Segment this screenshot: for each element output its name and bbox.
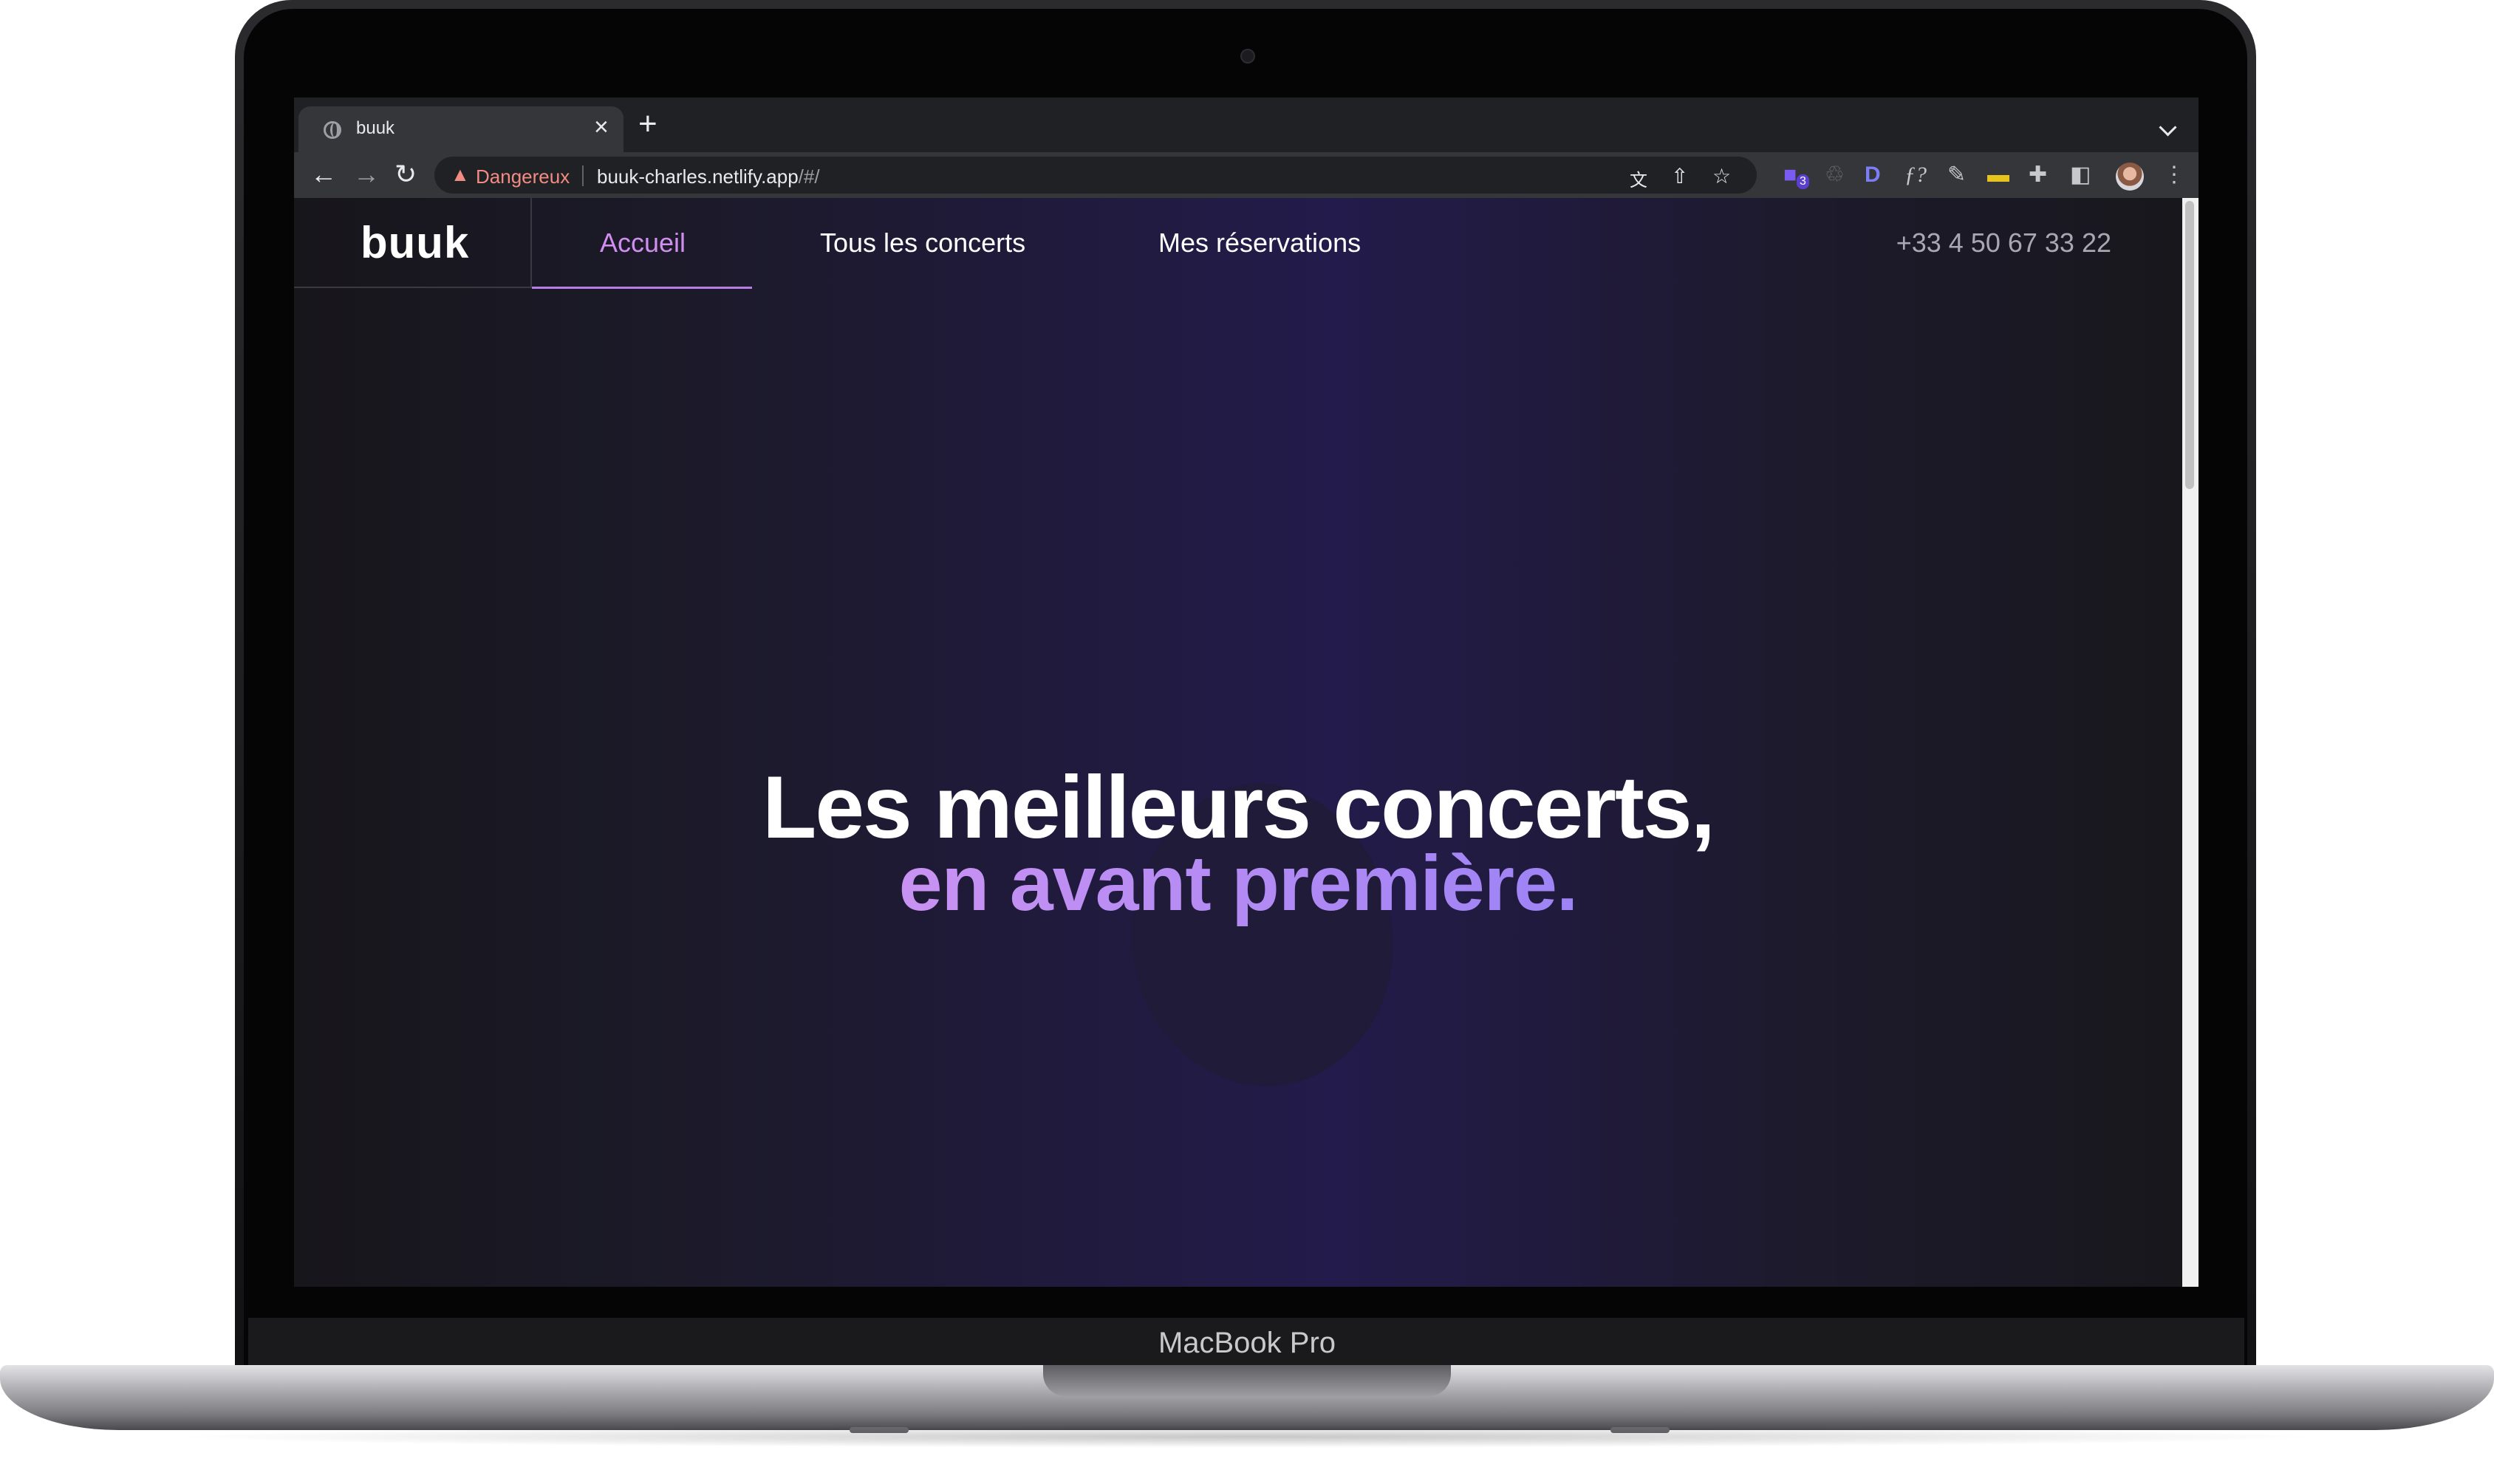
phone-number[interactable]: +33 4 50 67 33 22 — [1896, 228, 2111, 259]
browser-toolbar: ← → ↻ ▲ Dangereux buuk-charles.netlify.a… — [294, 152, 2199, 198]
web-page: buuk Accueil Tous les concerts Mes réser… — [294, 198, 2182, 1287]
tab-bar: buuk × + — [294, 98, 2199, 152]
scrollbar[interactable] — [2182, 198, 2199, 1287]
close-tab-icon[interactable]: × — [594, 114, 609, 140]
divider — [582, 165, 584, 186]
nav-active-underline — [532, 287, 752, 289]
nav-item-mes-reservations[interactable]: Mes réservations — [1158, 228, 1361, 259]
warning-icon: ▲ — [451, 163, 470, 185]
device-label: MacBook Pro — [1158, 1327, 1336, 1359]
extension-badge-count: 3 — [1797, 174, 1809, 189]
pen-extension-icon[interactable]: ✎ — [1947, 163, 1966, 188]
nav-item-accueil[interactable]: Accueil — [600, 228, 686, 259]
menu-dots-icon[interactable]: ⋮ — [2163, 163, 2185, 188]
site-header: buuk Accueil Tous les concerts Mes réser… — [294, 198, 2182, 290]
chevron-down-icon[interactable] — [2159, 118, 2177, 137]
url-text[interactable]: buuk-charles.netlify.app/#/ — [597, 165, 820, 188]
puzzle-extensions-icon[interactable]: ✚ — [2029, 163, 2047, 188]
side-panel-icon[interactable]: ◧ — [2070, 163, 2091, 188]
hero-subtitle-text: en avant première. — [898, 840, 1579, 927]
reload-button[interactable]: ↻ — [394, 160, 417, 189]
share-icon[interactable]: ⇧ — [1671, 164, 1688, 188]
profile-avatar[interactable] — [2116, 163, 2144, 191]
logo-container[interactable]: buuk — [294, 198, 532, 288]
forward-button[interactable]: → — [353, 160, 380, 189]
address-bar[interactable]: ▲ Dangereux buuk-charles.netlify.app/#/ … — [434, 157, 1757, 194]
url-path: /#/ — [798, 165, 820, 188]
back-button[interactable]: ← — [310, 160, 337, 189]
url-host: buuk-charles.netlify.app — [597, 165, 799, 188]
browser-window: buuk × + ← → ↻ ▲ Dangereux buuk-charles.… — [294, 98, 2199, 1287]
lid-notch — [1043, 1365, 1451, 1396]
translate-icon[interactable]: 文 — [1630, 165, 1647, 191]
scrollbar-thumb[interactable] — [2185, 201, 2194, 489]
new-tab-button[interactable]: + — [638, 108, 657, 140]
function-extension-icon[interactable]: ƒ? — [1904, 163, 1927, 188]
globe-icon — [324, 121, 341, 139]
d-extension-icon[interactable]: D — [1865, 163, 1881, 188]
browser-tab[interactable]: buuk × — [298, 106, 624, 152]
folder-extension-icon[interactable]: ▬ — [1987, 163, 2009, 188]
site-logo[interactable]: buuk — [361, 217, 469, 268]
nav-item-tous-les-concerts[interactable]: Tous les concerts — [820, 228, 1025, 259]
bookmark-star-icon[interactable]: ☆ — [1712, 164, 1731, 188]
tab-title: buuk — [356, 118, 395, 138]
hero-subtitle: en avant première. — [294, 839, 2182, 928]
security-label[interactable]: Dangereux — [476, 165, 570, 188]
laptop-shadow — [163, 1426, 2331, 1448]
extension-badge-icon[interactable]: ■ — [1783, 163, 1797, 188]
recycle-icon[interactable]: ♲ — [1825, 163, 1845, 188]
camera — [1240, 49, 1255, 64]
